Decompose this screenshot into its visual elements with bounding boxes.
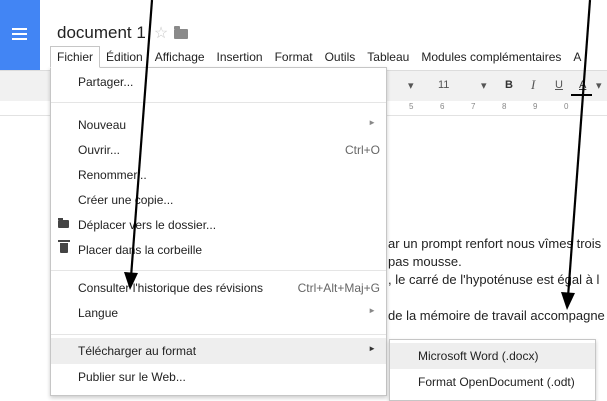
menu-item-label: Créer une copie... [78, 193, 174, 207]
trash-icon [58, 240, 70, 253]
chevron-down-icon[interactable]: ▾ [408, 79, 414, 92]
menu-item-publier[interactable]: Publier sur le Web... [51, 364, 386, 390]
underline-button[interactable]: U [555, 79, 563, 91]
ruler-number: 7 [471, 102, 476, 111]
chevron-right-icon: ► [368, 344, 376, 353]
menu-item-deplacer[interactable]: Déplacer vers le dossier... [51, 212, 386, 238]
ruler-number: 6 [440, 102, 445, 111]
menu-item-label: Ouvrir... [78, 143, 121, 157]
chevron-right-icon: ► [368, 118, 376, 127]
file-menu: Partager... Nouveau ► Ouvrir... Ctrl+O R… [50, 67, 387, 396]
ruler-number: 0 [564, 102, 569, 111]
menu-aide[interactable]: A [567, 47, 587, 68]
folder-icon[interactable] [174, 26, 189, 39]
menu-edition[interactable]: Édition [100, 47, 149, 68]
document-text-line: pas mousse. [388, 254, 462, 269]
ruler-number: 8 [502, 102, 507, 111]
menu-item-shortcut: Ctrl+O [344, 143, 380, 157]
submenu-item-odt[interactable]: Format OpenDocument (.odt) [390, 369, 595, 395]
docs-home-icon[interactable] [0, 0, 40, 70]
ruler-number: 9 [533, 102, 538, 111]
menu-item-renommer[interactable]: Renommer... [51, 162, 386, 188]
menu-item-label: Partager... [78, 75, 134, 89]
menu-item-partager[interactable]: Partager... [51, 69, 386, 95]
document-text-line: , le carré de l'hypoténuse est égal à l [388, 272, 600, 287]
menu-format[interactable]: Format [269, 47, 319, 68]
chevron-down-icon[interactable]: ▾ [481, 79, 487, 92]
chevron-down-icon[interactable]: ▾ [596, 79, 602, 92]
menu-item-shortcut: Ctrl+Alt+Maj+G [297, 281, 380, 295]
menu-modules[interactable]: Modules complémentaires [415, 47, 567, 68]
menu-outils[interactable]: Outils [319, 47, 362, 68]
menu-insertion[interactable]: Insertion [211, 47, 269, 68]
menu-item-label: Placer dans la corbeille [78, 243, 203, 257]
download-submenu: Microsoft Word (.docx) Format OpenDocume… [389, 339, 596, 401]
menu-item-label: Publier sur le Web... [78, 370, 186, 384]
menu-affichage[interactable]: Affichage [149, 47, 211, 68]
menu-item-label: Consulter l'historique des révisions [78, 281, 264, 295]
submenu-item-label: Microsoft Word (.docx) [418, 349, 539, 363]
menu-item-creer-copie[interactable]: Créer une copie... [51, 187, 386, 213]
italic-button[interactable]: I [531, 77, 535, 93]
menu-item-historique[interactable]: Consulter l'historique des révisions Ctr… [51, 275, 386, 301]
font-size-select[interactable]: 11 [438, 79, 449, 91]
submenu-item-docx[interactable]: Microsoft Word (.docx) [390, 343, 595, 369]
menubar: Fichier Édition Affichage Insertion Form… [50, 46, 587, 68]
menu-item-label: Langue [78, 306, 119, 320]
title-row: document 1 ☆ [57, 22, 189, 44]
ruler-number: 5 [409, 102, 414, 111]
menu-divider [51, 334, 386, 335]
menu-item-label: Nouveau [78, 118, 127, 132]
menu-item-telecharger[interactable]: Télécharger au format ► [51, 338, 386, 364]
menu-item-corbeille[interactable]: Placer dans la corbeille [51, 237, 386, 263]
menu-item-langue[interactable]: Langue ► [51, 300, 386, 326]
menu-item-label: Télécharger au format [78, 344, 197, 358]
star-icon[interactable]: ☆ [154, 23, 168, 43]
document-title[interactable]: document 1 [57, 23, 146, 43]
menu-item-label: Renommer... [78, 168, 147, 182]
submenu-item-label: Format OpenDocument (.odt) [418, 375, 575, 389]
document-text-line: de la mémoire de travail accompagne [388, 308, 605, 323]
document-text-line: ar un prompt renfort nous vîmes trois [388, 236, 602, 251]
menu-tableau[interactable]: Tableau [361, 47, 415, 68]
menu-fichier[interactable]: Fichier [50, 46, 101, 68]
annotation-arrow-line [566, 0, 592, 298]
text-color-button[interactable]: A [579, 79, 586, 91]
menu-item-nouveau[interactable]: Nouveau ► [51, 112, 386, 138]
menu-item-label: Déplacer vers le dossier... [78, 218, 217, 232]
menu-divider [51, 102, 386, 103]
bold-button[interactable]: B [505, 79, 513, 91]
folder-icon [58, 218, 69, 228]
menu-item-ouvrir[interactable]: Ouvrir... Ctrl+O [51, 137, 386, 163]
menu-divider [51, 270, 386, 271]
chevron-right-icon: ► [368, 306, 376, 315]
docs-lines-icon [12, 28, 27, 43]
